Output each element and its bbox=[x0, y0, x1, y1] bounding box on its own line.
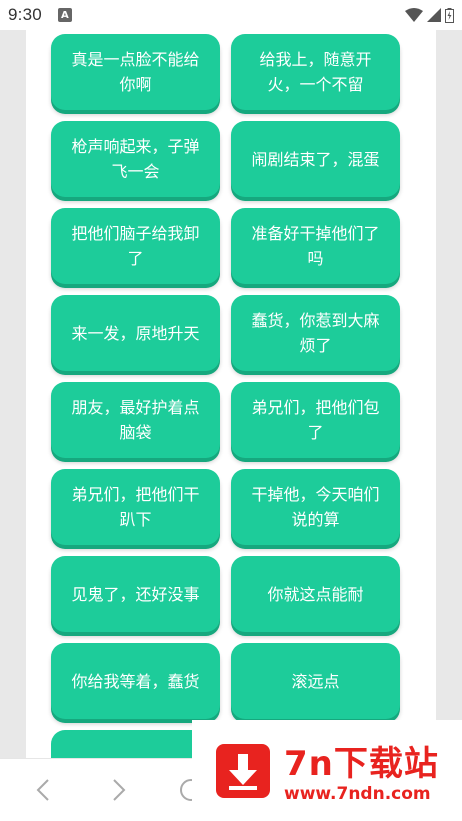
phrase-label: 弟兄们，把他们包了 bbox=[251, 398, 380, 442]
content-frame: 真是一点脸不能给你啊 给我上，随意开火，一个不留 枪声响起来，子弹飞一会 闹剧结… bbox=[0, 30, 462, 758]
watermark-url: www.7ndn.com bbox=[284, 784, 431, 804]
phrase-label: 干掉他，今天咱们说的算 bbox=[251, 485, 380, 529]
phrase-label: 闹剧结束了，混蛋 bbox=[251, 149, 380, 169]
phrase-label: 准备好干掉他们了吗 bbox=[251, 224, 380, 268]
phrase-button[interactable]: 干掉他，今天咱们说的算 bbox=[231, 469, 400, 545]
phrase-button[interactable]: 弟兄们，把他们包了 bbox=[231, 382, 400, 458]
battery-icon bbox=[445, 7, 454, 23]
chevron-right-icon bbox=[113, 779, 126, 801]
phrase-label: 见鬼了，还好没事 bbox=[71, 584, 200, 604]
notification-icon: A bbox=[57, 8, 72, 22]
back-button[interactable] bbox=[28, 775, 58, 805]
phrase-button[interactable]: 给我上，随意开火，一个不留 bbox=[231, 34, 400, 110]
watermark-title: 7n下载站 bbox=[284, 744, 439, 784]
forward-button[interactable] bbox=[104, 775, 134, 805]
phrase-label: 给我上，随意开火，一个不留 bbox=[259, 50, 372, 94]
phrase-label: 你就这点能耐 bbox=[267, 584, 364, 604]
wifi-icon bbox=[405, 8, 423, 22]
phrase-button[interactable]: 准备好干掉他们了吗 bbox=[231, 208, 400, 284]
phrase-button[interactable]: 见鬼了，还好没事 bbox=[51, 556, 220, 632]
status-time: 9:30 bbox=[8, 5, 42, 24]
phrase-label: 真是一点脸不能给你啊 bbox=[71, 50, 200, 94]
status-icons bbox=[405, 7, 454, 23]
phrase-button[interactable]: 你给我等着，蠢货 bbox=[51, 643, 220, 719]
phrase-panel: 真是一点脸不能给你啊 给我上，随意开火，一个不留 枪声响起来，子弹飞一会 闹剧结… bbox=[26, 30, 436, 758]
download-logo-icon bbox=[216, 744, 270, 798]
phrase-label: 把他们脑子给我卸了 bbox=[71, 224, 200, 268]
phrase-button[interactable]: 闹剧结束了，混蛋 bbox=[231, 121, 400, 197]
phrase-button[interactable]: 真是一点脸不能给你啊 bbox=[51, 34, 220, 110]
phrase-button[interactable]: 把他们脑子给我卸了 bbox=[51, 208, 220, 284]
phrase-label: 滚远点 bbox=[291, 671, 340, 691]
phrase-label: 枪声响起来，子弹飞一会 bbox=[71, 137, 200, 181]
phrase-label: 你给我等着，蠢货 bbox=[71, 671, 200, 691]
phrase-label: 来一发，原地升天 bbox=[71, 323, 200, 343]
phrase-button[interactable]: 滚远点 bbox=[231, 643, 400, 719]
phrase-button[interactable]: 枪声响起来，子弹飞一会 bbox=[51, 121, 220, 197]
chevron-left-icon bbox=[36, 779, 49, 801]
signal-icon bbox=[427, 8, 441, 22]
phrase-button[interactable]: 朋友，最好护着点脑袋 bbox=[51, 382, 220, 458]
phrase-label: 蠢货，你惹到大麻烦了 bbox=[251, 311, 380, 355]
phrase-label: 弟兄们，把他们干趴下 bbox=[71, 485, 200, 529]
phrase-button[interactable]: 你就这点能耐 bbox=[231, 556, 400, 632]
phrase-button[interactable]: 弟兄们，把他们干趴下 bbox=[51, 469, 220, 545]
status-bar: 9:30 A bbox=[0, 0, 462, 30]
watermark-overlay: 7n下载站 www.7ndn.com bbox=[192, 720, 462, 821]
phrase-button[interactable]: 蠢货，你惹到大麻烦了 bbox=[231, 295, 400, 371]
phrase-button[interactable]: 来一发，原地升天 bbox=[51, 295, 220, 371]
phrase-label: 朋友，最好护着点脑袋 bbox=[71, 398, 200, 442]
phrase-grid: 真是一点脸不能给你啊 给我上，随意开火，一个不留 枪声响起来，子弹飞一会 闹剧结… bbox=[51, 34, 400, 758]
